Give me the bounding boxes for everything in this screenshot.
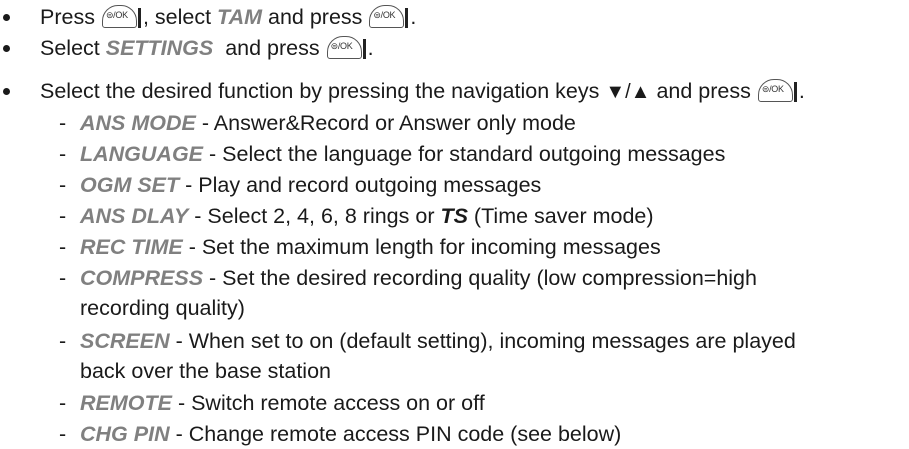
text: , select <box>142 5 218 29</box>
text: . <box>798 79 805 103</box>
text: Select the desired function by pressing … <box>40 79 606 103</box>
text: and press <box>213 36 326 60</box>
function-description: Set the desired recording quality (low c… <box>222 266 757 290</box>
separator: - <box>203 266 223 290</box>
dash: - <box>59 391 67 415</box>
separator: - <box>188 204 208 228</box>
function-name: SCREEN <box>80 329 170 353</box>
separator: - <box>179 173 199 197</box>
separator: - <box>171 391 192 415</box>
text: . <box>367 36 374 60</box>
separator: - <box>169 422 189 446</box>
dash: - <box>59 235 67 259</box>
bullet-text: Select SETTINGS and press ⊜/OK. <box>40 33 374 63</box>
function-name: REMOTE <box>80 391 172 415</box>
menu-ok-key-icon: ⊜/OK <box>369 5 409 28</box>
function-description: Select 2, 4, 6, 8 rings or <box>207 204 441 228</box>
function-description: Select the language for standard outgoin… <box>222 142 726 166</box>
keyword-tam: TAM <box>217 5 263 29</box>
function-name: REC TIME <box>80 235 183 259</box>
separator: - <box>203 142 223 166</box>
bullet-dot <box>3 88 10 95</box>
navigation-arrows-icon: ▼/▲ <box>605 81 651 103</box>
separator: - <box>195 111 214 135</box>
dash: - <box>59 422 67 446</box>
bullet-text: Press ⊜/OK, select TAM and press ⊜/OK. <box>40 2 416 32</box>
function-name: CHG PIN <box>80 422 170 446</box>
function-description-continuation: recording quality) <box>80 296 245 320</box>
text: . <box>410 5 417 29</box>
function-description: Set the maximum length for incoming mess… <box>201 235 661 259</box>
dash: - <box>59 142 67 166</box>
function-name: LANGUAGE <box>80 142 204 166</box>
separator: - <box>169 329 189 353</box>
bullet-dot <box>3 14 10 21</box>
function-name: ANS DLAY <box>80 204 189 228</box>
function-description: Switch remote access on or off <box>191 391 485 415</box>
dash: - <box>59 111 67 135</box>
text: Select <box>40 36 106 60</box>
function-name: ANS MODE <box>80 111 196 135</box>
function-description-continuation: back over the base station <box>80 359 331 383</box>
function-description: Play and record outgoing messages <box>198 173 542 197</box>
function-description: When set to on (default setting), incomi… <box>188 329 796 353</box>
function-name: OGM SET <box>80 173 180 197</box>
bullet-text: Select the desired function by pressing … <box>40 76 805 107</box>
keyword-ts: TS <box>440 204 468 228</box>
text: Press <box>40 5 101 29</box>
text: and press <box>650 79 757 103</box>
menu-ok-key-icon: ⊜/OK <box>101 5 142 28</box>
bullet-dot <box>3 45 10 52</box>
menu-ok-key-icon: ⊜/OK <box>757 79 798 102</box>
function-name: COMPRESS <box>80 266 204 290</box>
separator: - <box>182 235 202 259</box>
keyword-settings: SETTINGS <box>105 36 214 60</box>
text: and press <box>262 5 369 29</box>
menu-ok-key-icon: ⊜/OK <box>326 36 367 59</box>
dash: - <box>59 329 67 353</box>
dash: - <box>59 266 67 290</box>
dash: - <box>59 204 67 228</box>
dash: - <box>59 173 67 197</box>
function-description-suffix: (Time saver mode) <box>467 204 654 228</box>
function-description: Change remote access PIN code (see below… <box>188 422 622 446</box>
function-description: Answer&Record or Answer only mode <box>213 111 576 135</box>
